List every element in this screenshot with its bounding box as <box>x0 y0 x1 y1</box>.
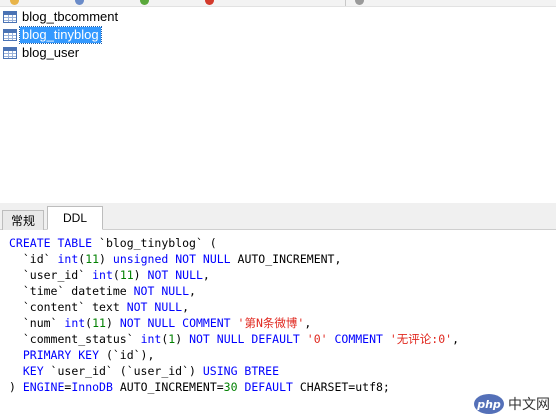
ddl-token: `time` datetime <box>9 284 134 298</box>
ddl-line: `content` text NOT NULL, <box>9 299 556 315</box>
watermark-logo: php <box>474 394 504 414</box>
ddl-token: '无评论:0' <box>389 332 453 346</box>
ddl-token: `user_id` (`user_id`) <box>50 364 203 378</box>
object-item-blog-tinyblog[interactable]: blog_tinyblog <box>3 26 102 44</box>
ddl-token: int <box>140 332 162 346</box>
ddl-token: ) <box>105 316 120 330</box>
object-label: blog_user <box>22 45 80 60</box>
ddl-token: NOT NULL COMMENT <box>119 316 238 330</box>
ddl-line: KEY `user_id` (`user_id`) USING BTREE <box>9 363 556 379</box>
ddl-token: ) <box>133 268 148 282</box>
ddl-token: int <box>64 316 86 330</box>
ddl-token: 30 <box>223 380 238 394</box>
ddl-token: , <box>452 332 460 346</box>
ddl-token: CREATE TABLE <box>9 236 100 250</box>
object-item-blog-tbcomment[interactable]: blog_tbcomment <box>3 8 120 26</box>
ddl-token: `comment_status` <box>9 332 141 346</box>
ddl-line: PRIMARY KEY (`id`), <box>9 347 556 363</box>
table-icon <box>3 29 17 41</box>
ddl-token: `content` text <box>9 300 127 314</box>
ddl-token: 11 <box>92 316 106 330</box>
ddl-token: ENGINE <box>22 380 65 394</box>
ddl-token: ( <box>112 268 120 282</box>
object-list: blog_tbcomment blog_tinyblog blog_user <box>0 7 556 203</box>
ddl-token: `user_id` <box>9 268 93 282</box>
ddl-token: DEFAULT <box>237 380 300 394</box>
ddl-token: `num` <box>9 316 65 330</box>
ddl-token: ) <box>175 332 190 346</box>
table-icon <box>3 11 17 23</box>
ddl-token: AUTO_INCREMENT, <box>237 252 342 266</box>
ddl-token: 11 <box>119 268 134 282</box>
toolbar-icon[interactable] <box>205 0 214 5</box>
toolbar-icon[interactable] <box>355 0 364 5</box>
ddl-token: '第N条微博' <box>237 316 305 330</box>
ddl-token: USING BTREE <box>202 364 280 378</box>
ddl-token: NOT NULL <box>147 268 203 282</box>
ddl-line: ) ENGINE=InnoDB AUTO_INCREMENT=30 DEFAUL… <box>9 379 556 395</box>
ddl-line: `time` datetime NOT NULL, <box>9 283 556 299</box>
watermark-text: 中文网 <box>508 397 550 413</box>
tab-general[interactable]: 常规 <box>2 210 44 230</box>
ddl-line: `comment_status` int(1) NOT NULL DEFAULT… <box>9 331 556 347</box>
ddl-token: CHARSET=utf8; <box>299 380 390 394</box>
toolbar <box>0 0 556 7</box>
ddl-token: KEY <box>9 364 51 378</box>
ddl-code-view[interactable]: CREATE TABLE `blog_tinyblog` ( `id` int(… <box>0 230 556 418</box>
ddl-token: int <box>57 252 79 266</box>
ddl-token: NOT NULL <box>133 284 190 298</box>
ddl-token: , <box>182 300 190 314</box>
object-label: blog_tbcomment <box>22 9 119 24</box>
toolbar-icon[interactable] <box>10 0 19 5</box>
ddl-token: '0' <box>306 332 328 346</box>
ddl-token: int <box>92 268 113 282</box>
ddl-token: NOT NULL <box>126 300 183 314</box>
ddl-token: InnoDB <box>71 380 120 394</box>
ddl-token: (`id`), <box>105 348 155 362</box>
toolbar-icon[interactable] <box>140 0 149 5</box>
object-item-blog-user[interactable]: blog_user <box>3 44 81 62</box>
toolbar-separator <box>345 0 346 6</box>
tab-ddl[interactable]: DDL <box>47 206 103 230</box>
ddl-token: ) <box>99 252 113 266</box>
ddl-token: , <box>202 268 210 282</box>
ddl-token: , <box>304 316 312 330</box>
ddl-line: `id` int(11) unsigned NOT NULL AUTO_INCR… <box>9 251 556 267</box>
watermark: php 中文网 <box>474 394 550 414</box>
ddl-line: CREATE TABLE `blog_tinyblog` ( <box>9 235 556 251</box>
ddl-token: unsigned NOT NULL <box>112 252 238 266</box>
table-icon <box>3 47 17 59</box>
ddl-token: `id` <box>9 252 58 266</box>
tab-bar: 常规 DDL <box>0 203 556 230</box>
ddl-token: NOT NULL DEFAULT <box>189 332 307 346</box>
ddl-line: `user_id` int(11) NOT NULL, <box>9 267 556 283</box>
ddl-token: , <box>189 284 196 298</box>
ddl-line: `num` int(11) NOT NULL COMMENT '第N条微博', <box>9 315 556 331</box>
ddl-token: PRIMARY KEY <box>9 348 106 362</box>
ddl-token: AUTO_INCREMENT= <box>119 380 224 394</box>
toolbar-icon[interactable] <box>75 0 84 5</box>
ddl-token: 11 <box>85 252 100 266</box>
ddl-token: `blog_tinyblog` ( <box>99 236 217 250</box>
object-label: blog_tinyblog <box>19 26 102 44</box>
ddl-token: ) <box>9 380 23 394</box>
ddl-token: COMMENT <box>327 332 390 346</box>
